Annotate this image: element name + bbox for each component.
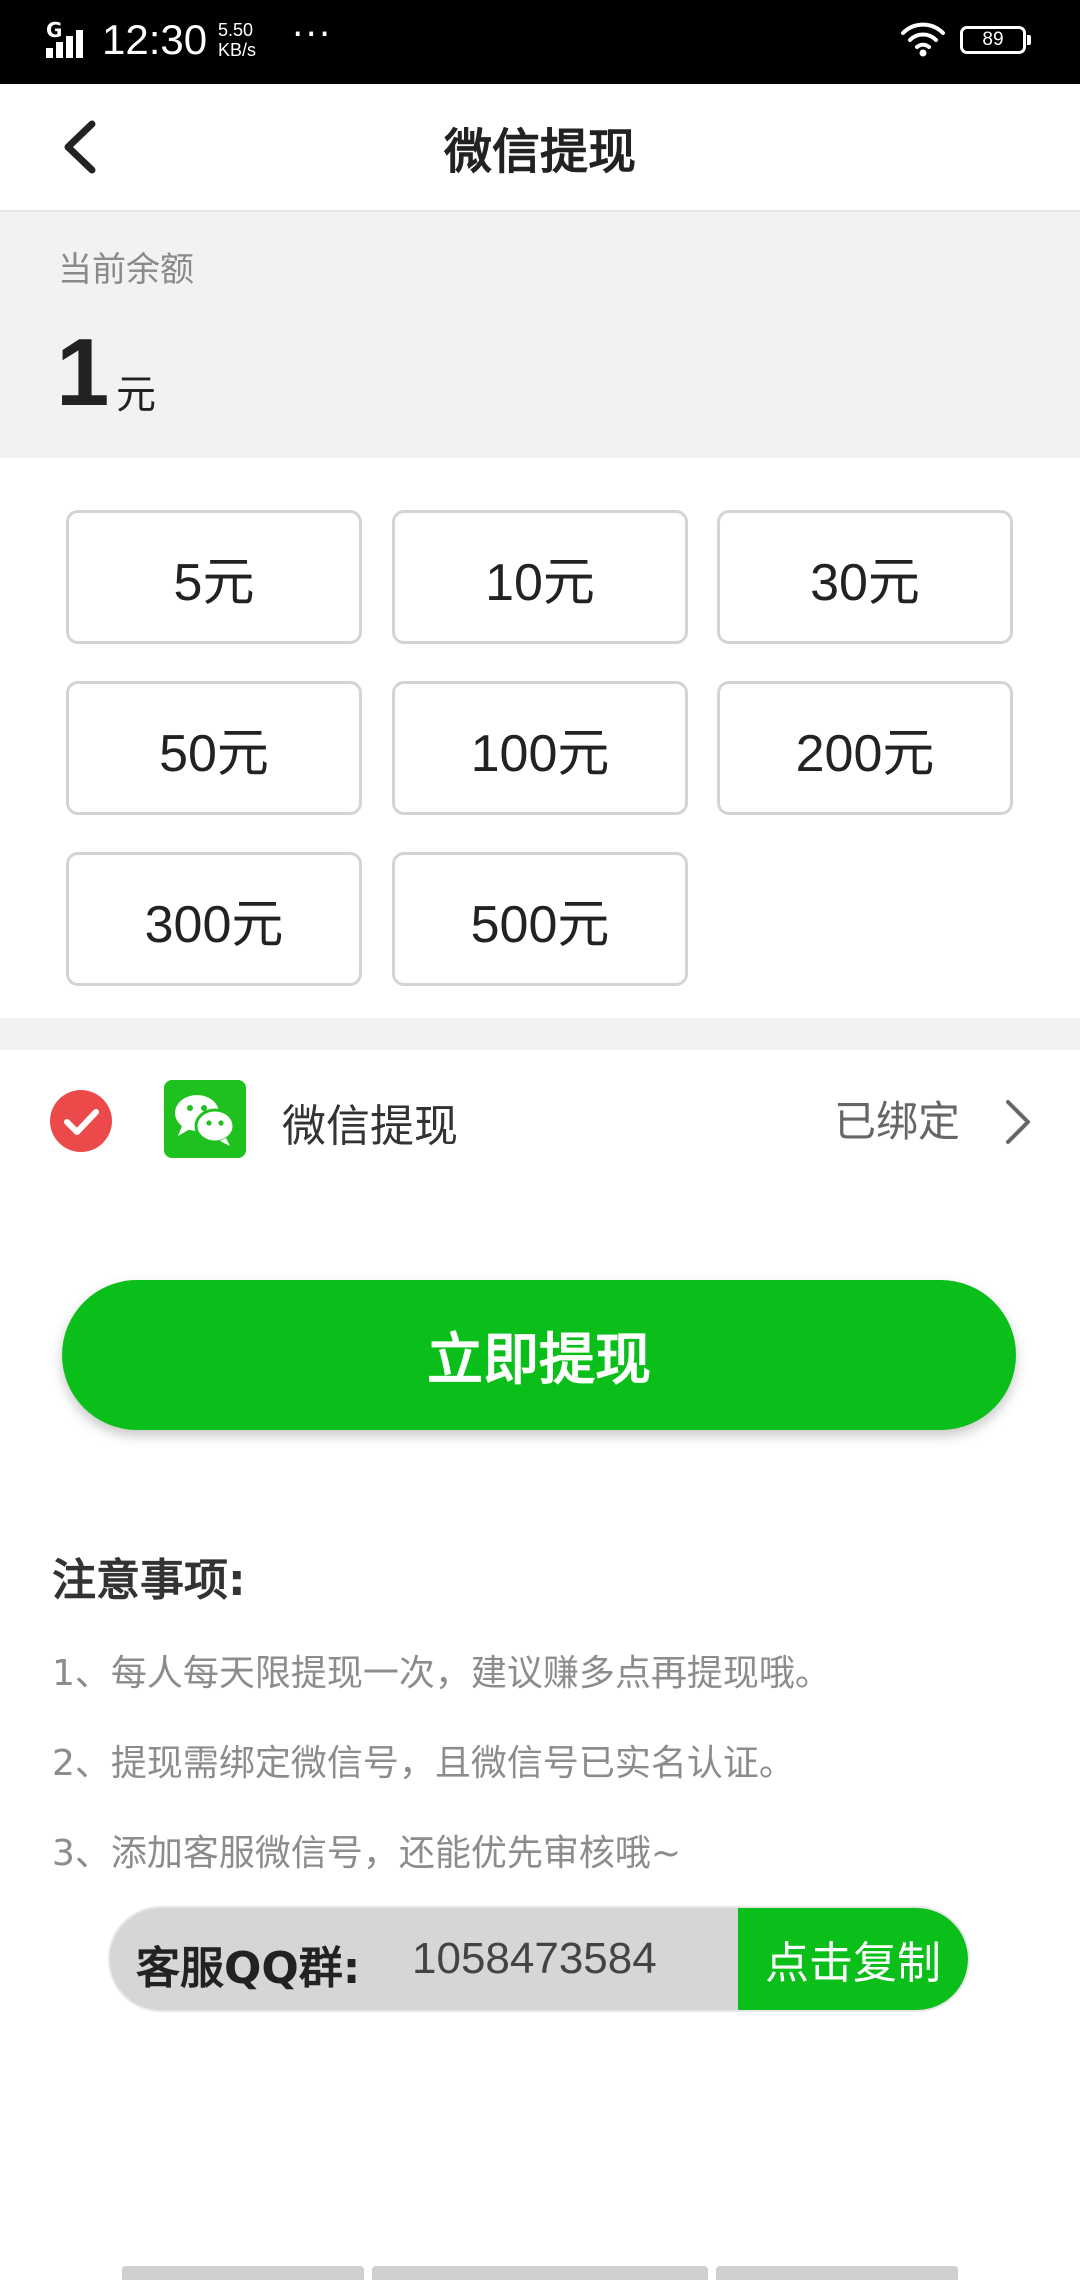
bind-status: 已绑定 (834, 1097, 961, 1146)
notice-title: 注意事项: (52, 1555, 246, 1606)
chevron-right-icon[interactable] (1000, 1094, 1036, 1150)
network-speed: 5.50 KB/s (218, 20, 256, 60)
amount-option-5[interactable]: 5元 (66, 510, 362, 644)
amount-option-30[interactable]: 30元 (717, 510, 1013, 644)
speed-unit: KB/s (218, 40, 257, 60)
amount-option-100[interactable]: 100元 (392, 681, 688, 815)
network-type: G (46, 18, 63, 42)
copy-button[interactable]: 点击复制 (738, 1908, 968, 2010)
battery-icon: 89 (960, 26, 1031, 54)
amount-option-300[interactable]: 300元 (66, 852, 362, 986)
qq-group-label: 客服QQ群: (136, 1943, 361, 1994)
balance-value: 1 (56, 319, 110, 426)
notice-item: 3、添加客服微信号，还能优先审核哦~ (52, 1833, 682, 1874)
page-title: 微信提现 (443, 124, 636, 180)
wechat-icon (164, 1080, 246, 1158)
speed-value: 5.50 (218, 20, 254, 40)
notice-item: 2、提现需绑定微信号，且微信号已实名认证。 (52, 1743, 795, 1784)
status-time: 12:30 (102, 16, 208, 63)
amount-options: 5元 10元 30元 50元 100元 200元 300元 500元 (0, 458, 1080, 1018)
notice-item: 1、每人每天限提现一次，建议赚多点再提现哦。 (52, 1653, 831, 1694)
withdraw-now-button[interactable]: 立即提现 (62, 1280, 1016, 1430)
check-circle-icon[interactable] (50, 1090, 112, 1152)
amount-option-500[interactable]: 500元 (392, 852, 688, 986)
withdraw-method-row[interactable]: 微信提现 已绑定 (0, 1050, 1080, 1186)
wifi-icon (901, 22, 945, 57)
balance-unit: 元 (116, 372, 156, 418)
amount-option-50[interactable]: 50元 (66, 681, 362, 815)
bottom-tab-edges (0, 2266, 1080, 2280)
signal-icon: G (46, 18, 92, 58)
amount-option-10[interactable]: 10元 (392, 510, 688, 644)
method-label: 微信提现 (282, 1101, 458, 1152)
balance-label: 当前余额 (58, 250, 194, 290)
app-header: 微信提现 (0, 84, 1080, 212)
qq-group-number: 1058473584 (412, 1934, 657, 1983)
more-notifications-icon: ··· (292, 14, 333, 55)
section-divider (0, 1018, 1080, 1050)
amount-option-200[interactable]: 200元 (717, 681, 1013, 815)
status-bar: G 12:30 5.50 KB/s ··· 89 (0, 0, 1080, 84)
balance-panel: 当前余额 1 元 (0, 212, 1080, 458)
qq-group-box: 客服QQ群: 1058473584 点击复制 (108, 1906, 970, 2012)
